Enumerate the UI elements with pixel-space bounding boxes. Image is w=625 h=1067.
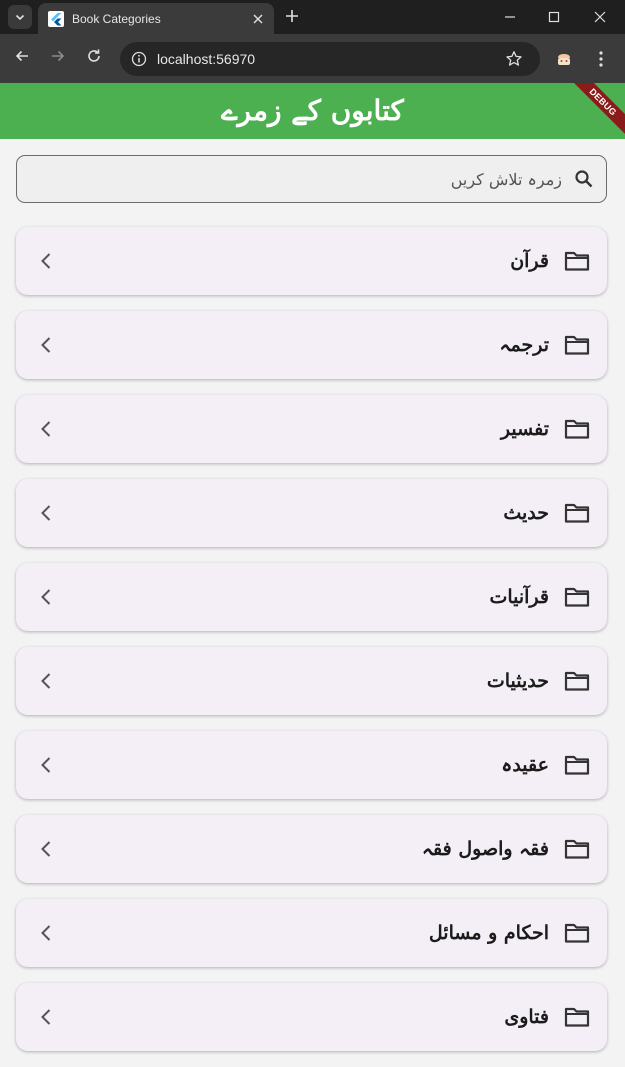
category-label: احکام و مسائل: [428, 922, 549, 944]
chevron-left-icon: [36, 501, 56, 525]
close-icon: [594, 8, 606, 27]
close-window-button[interactable]: [577, 0, 623, 34]
kebab-menu-icon[interactable]: [590, 47, 612, 71]
chevron-down-icon: [14, 8, 26, 27]
forward-button[interactable]: [46, 46, 70, 70]
category-card[interactable]: عقیدہ: [16, 731, 607, 799]
search-icon: [572, 167, 596, 191]
address-bar[interactable]: localhost:56970: [120, 42, 540, 76]
tab-list-button[interactable]: [8, 5, 32, 29]
folder-icon: [563, 1005, 591, 1029]
category-label: حدیث: [503, 502, 549, 524]
main-content: قرآن ترجمہ تفسیر حدیث قرآنیات: [0, 139, 625, 1051]
reload-button[interactable]: [82, 46, 106, 70]
category-label: عقیدہ: [501, 754, 549, 776]
reload-icon: [86, 48, 102, 68]
new-tab-button[interactable]: [280, 5, 304, 29]
app-bar: کتابوں کے زمرے DEBUG: [0, 83, 625, 139]
chevron-left-icon: [36, 837, 56, 861]
category-label: قرآنیات: [489, 586, 549, 608]
plus-icon: [285, 8, 299, 27]
close-icon[interactable]: [246, 7, 270, 31]
chevron-left-icon: [36, 249, 56, 273]
category-card[interactable]: احکام و مسائل: [16, 899, 607, 967]
arrow-left-icon: [14, 48, 30, 68]
category-label: ترجمہ: [499, 334, 549, 356]
category-label: تفسیر: [500, 418, 549, 440]
search-input[interactable]: [17, 164, 562, 194]
flutter-icon: [48, 10, 64, 27]
arrow-right-icon: [50, 48, 66, 68]
maximize-button[interactable]: [531, 0, 577, 34]
folder-icon: [563, 753, 591, 777]
chevron-left-icon: [36, 669, 56, 693]
folder-icon: [563, 501, 591, 525]
folder-icon: [563, 249, 591, 273]
folder-icon: [563, 669, 591, 693]
category-card[interactable]: قرآن: [16, 227, 607, 295]
category-card[interactable]: فقہ واصول فقہ: [16, 815, 607, 883]
extension-icon[interactable]: [553, 48, 575, 70]
folder-icon: [563, 417, 591, 441]
category-label: فتاوی: [504, 1006, 549, 1028]
category-label: فقہ واصول فقہ: [421, 838, 549, 860]
chevron-left-icon: [36, 585, 56, 609]
category-card[interactable]: حدیث: [16, 479, 607, 547]
maximize-icon: [548, 8, 560, 27]
info-icon[interactable]: [128, 48, 150, 70]
browser-tab-bar: Book Categories: [0, 0, 625, 34]
category-card[interactable]: ترجمہ: [16, 311, 607, 379]
category-card[interactable]: فتاوی: [16, 983, 607, 1051]
back-button[interactable]: [10, 46, 34, 70]
url-text[interactable]: localhost:56970: [157, 51, 502, 67]
category-card[interactable]: تفسیر: [16, 395, 607, 463]
page-title: کتابوں کے زمرے: [221, 94, 404, 127]
category-card[interactable]: حدیثیات: [16, 647, 607, 715]
category-label: حدیثیات: [486, 670, 549, 692]
chevron-left-icon: [36, 921, 56, 945]
chevron-left-icon: [36, 417, 56, 441]
tab-title: Book Categories: [72, 11, 161, 26]
chevron-left-icon: [36, 1005, 56, 1029]
chevron-left-icon: [36, 753, 56, 777]
category-label: قرآن: [510, 250, 549, 272]
folder-icon: [563, 585, 591, 609]
category-list: قرآن ترجمہ تفسیر حدیث قرآنیات حدیثیات عق…: [16, 227, 607, 1067]
minimize-button[interactable]: [487, 0, 533, 34]
browser-tab[interactable]: Book Categories: [38, 3, 274, 34]
folder-icon: [563, 921, 591, 945]
folder-icon: [563, 837, 591, 861]
star-icon[interactable]: [502, 47, 526, 71]
category-card[interactable]: قرآنیات: [16, 563, 607, 631]
minimize-icon: [504, 8, 516, 27]
folder-icon: [563, 333, 591, 357]
browser-toolbar: localhost:56970: [0, 34, 625, 83]
search-field[interactable]: [16, 155, 607, 203]
chevron-left-icon: [36, 333, 56, 357]
